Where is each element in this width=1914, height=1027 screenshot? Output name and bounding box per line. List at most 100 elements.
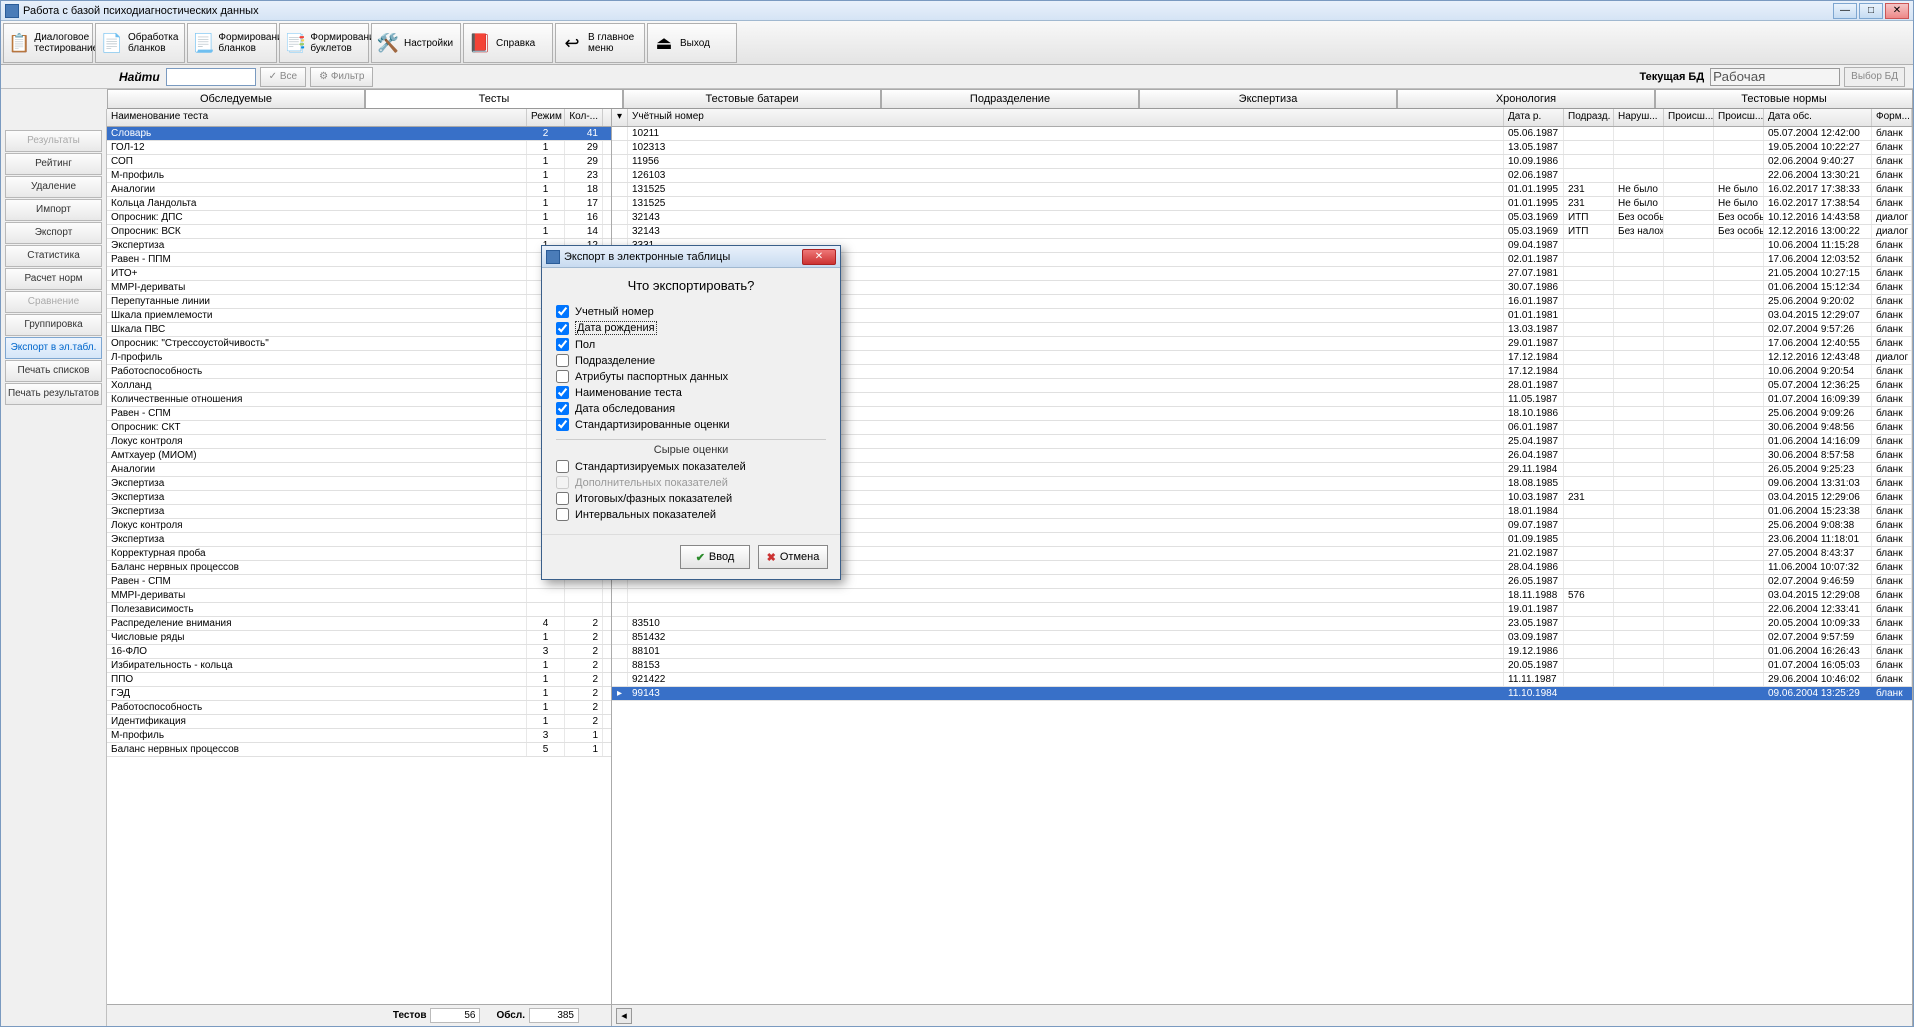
- sidebar-item-6[interactable]: Расчет норм: [5, 268, 102, 290]
- col-incidents[interactable]: Происш...: [1664, 109, 1714, 126]
- toolbar-button-4[interactable]: 🛠️Настройки: [371, 23, 461, 63]
- col-birth-date[interactable]: Дата р.: [1504, 109, 1564, 126]
- raw-check-3[interactable]: Интервальных показателей: [556, 508, 826, 521]
- sidebar-item-5[interactable]: Статистика: [5, 245, 102, 267]
- test-row[interactable]: Полезависимость: [107, 603, 611, 617]
- test-row[interactable]: М-профиль31: [107, 729, 611, 743]
- test-row[interactable]: Баланс нервных процессов51: [107, 743, 611, 757]
- checkbox[interactable]: [556, 338, 569, 351]
- tab-0[interactable]: Обследуемые: [107, 89, 365, 108]
- checkbox[interactable]: [556, 492, 569, 505]
- tests-grid-body[interactable]: Словарь241ГОЛ-12129СОП129М-профиль123Ана…: [107, 127, 611, 1004]
- test-row[interactable]: Аналогии118: [107, 183, 611, 197]
- raw-check-2[interactable]: Итоговых/фазных показателей: [556, 492, 826, 505]
- sidebar-item-2[interactable]: Удаление: [5, 176, 102, 198]
- dialog-close-button[interactable]: ✕: [802, 249, 836, 265]
- test-row[interactable]: Идентификация12: [107, 715, 611, 729]
- col-violations[interactable]: Наруш...: [1614, 109, 1664, 126]
- filter-button[interactable]: ⚙ Фильтр: [310, 67, 373, 87]
- test-row[interactable]: М-профиль123: [107, 169, 611, 183]
- maximize-button[interactable]: □: [1859, 3, 1883, 19]
- export-check-7[interactable]: Стандартизированные оценки: [556, 418, 826, 431]
- subject-row[interactable]: 1021105.06.198705.07.2004 12:42:00бланк: [612, 127, 1912, 141]
- test-row[interactable]: 16-ФЛО32: [107, 645, 611, 659]
- sidebar-item-9[interactable]: Экспорт в эл.табл.: [5, 337, 102, 359]
- checkbox[interactable]: [556, 418, 569, 431]
- export-check-4[interactable]: Атрибуты паспортных данных: [556, 370, 826, 383]
- checkbox[interactable]: [556, 386, 569, 399]
- test-row[interactable]: ИТО+: [107, 267, 611, 281]
- sidebar-item-4[interactable]: Экспорт: [5, 222, 102, 244]
- test-row[interactable]: Шкала приемлемости: [107, 309, 611, 323]
- test-row[interactable]: Равен - СПМ: [107, 407, 611, 421]
- subject-row[interactable]: 8810119.12.198601.06.2004 16:26:43бланк: [612, 645, 1912, 659]
- col-count[interactable]: Кол-...: [565, 109, 603, 126]
- col-subdivision[interactable]: Подразд.: [1564, 109, 1614, 126]
- subject-row[interactable]: 13152501.01.1995231Не былоНе было16.02.2…: [612, 197, 1912, 211]
- test-row[interactable]: Экспертиза: [107, 491, 611, 505]
- toolbar-button-2[interactable]: 📃Формированиебланков: [187, 23, 277, 63]
- export-check-2[interactable]: Пол: [556, 338, 826, 351]
- test-row[interactable]: Экспертиза: [107, 533, 611, 547]
- minimize-button[interactable]: —: [1833, 3, 1857, 19]
- toolbar-button-6[interactable]: ↩В главноеменю: [555, 23, 645, 63]
- test-row[interactable]: Перепутанные линии: [107, 295, 611, 309]
- test-row[interactable]: Кольца Ландольта117: [107, 197, 611, 211]
- subject-row[interactable]: 92142211.11.198729.06.2004 10:46:02бланк: [612, 673, 1912, 687]
- col-test-name[interactable]: Наименование теста: [107, 109, 527, 126]
- tab-3[interactable]: Подразделение: [881, 89, 1139, 108]
- test-row[interactable]: Экспертиза112: [107, 239, 611, 253]
- subject-row[interactable]: 3214305.03.1969ИТПБез особыхБез особых10…: [612, 211, 1912, 225]
- test-row[interactable]: Опросник: "Стрессоустойчивость": [107, 337, 611, 351]
- test-row[interactable]: MMPI-дериваты: [107, 589, 611, 603]
- export-check-1[interactable]: Дата рождения: [556, 321, 826, 335]
- db-select-button[interactable]: Выбор БД: [1844, 67, 1905, 87]
- close-button[interactable]: ✕: [1885, 3, 1909, 19]
- test-row[interactable]: Экспертиза: [107, 505, 611, 519]
- subject-row[interactable]: 85143203.09.198702.07.2004 9:57:59бланк: [612, 631, 1912, 645]
- test-row[interactable]: Количественные отношения: [107, 393, 611, 407]
- col-form[interactable]: Форм...: [1872, 109, 1912, 126]
- tab-6[interactable]: Тестовые нормы: [1655, 89, 1913, 108]
- col-incidents2[interactable]: Происш...: [1714, 109, 1764, 126]
- col-obs-date[interactable]: Дата обс.: [1764, 109, 1872, 126]
- test-row[interactable]: Л-профиль: [107, 351, 611, 365]
- subject-row[interactable]: 1195610.09.198602.06.2004 9:40:27бланк: [612, 155, 1912, 169]
- test-row[interactable]: MMPI-дериваты: [107, 281, 611, 295]
- test-row[interactable]: Числовые ряды12: [107, 631, 611, 645]
- col-marker[interactable]: ▾: [612, 109, 628, 126]
- test-row[interactable]: Шкала ПВС: [107, 323, 611, 337]
- sidebar-item-11[interactable]: Печать результатов: [5, 383, 102, 405]
- toolbar-button-3[interactable]: 📑Формированиебуклетов: [279, 23, 369, 63]
- export-check-6[interactable]: Дата обследования: [556, 402, 826, 415]
- export-check-3[interactable]: Подразделение: [556, 354, 826, 367]
- export-check-5[interactable]: Наименование теста: [556, 386, 826, 399]
- test-row[interactable]: Работоспособность12: [107, 701, 611, 715]
- test-row[interactable]: Локус контроля: [107, 519, 611, 533]
- test-row[interactable]: ППО12: [107, 673, 611, 687]
- all-button[interactable]: ✓ Все: [260, 67, 306, 87]
- col-mode[interactable]: Режим: [527, 109, 565, 126]
- checkbox[interactable]: [556, 460, 569, 473]
- ok-button[interactable]: ✔Ввод: [680, 545, 750, 569]
- test-row[interactable]: Распределение внимания42: [107, 617, 611, 631]
- toolbar-button-1[interactable]: 📄Обработкабланков: [95, 23, 185, 63]
- subject-row[interactable]: 8351023.05.198720.05.2004 10:09:33бланк: [612, 617, 1912, 631]
- test-row[interactable]: Равен - СПМ: [107, 575, 611, 589]
- checkbox[interactable]: [556, 322, 569, 335]
- test-row[interactable]: Опросник: СКТ: [107, 421, 611, 435]
- test-row[interactable]: Опросник: ДПС116: [107, 211, 611, 225]
- export-check-0[interactable]: Учетный номер: [556, 305, 826, 318]
- subject-row[interactable]: 12610302.06.198722.06.2004 13:30:21бланк: [612, 169, 1912, 183]
- find-input[interactable]: [166, 68, 256, 86]
- test-row[interactable]: Холланд: [107, 379, 611, 393]
- tab-4[interactable]: Экспертиза: [1139, 89, 1397, 108]
- col-account-number[interactable]: Учётный номер: [628, 109, 1504, 126]
- cancel-button[interactable]: ✖Отмена: [758, 545, 828, 569]
- test-row[interactable]: ГЭД12: [107, 687, 611, 701]
- toolbar-button-5[interactable]: 📕Справка: [463, 23, 553, 63]
- test-row[interactable]: Локус контроля: [107, 435, 611, 449]
- toolbar-button-7[interactable]: ⏏Выход: [647, 23, 737, 63]
- checkbox[interactable]: [556, 402, 569, 415]
- test-row[interactable]: Словарь241: [107, 127, 611, 141]
